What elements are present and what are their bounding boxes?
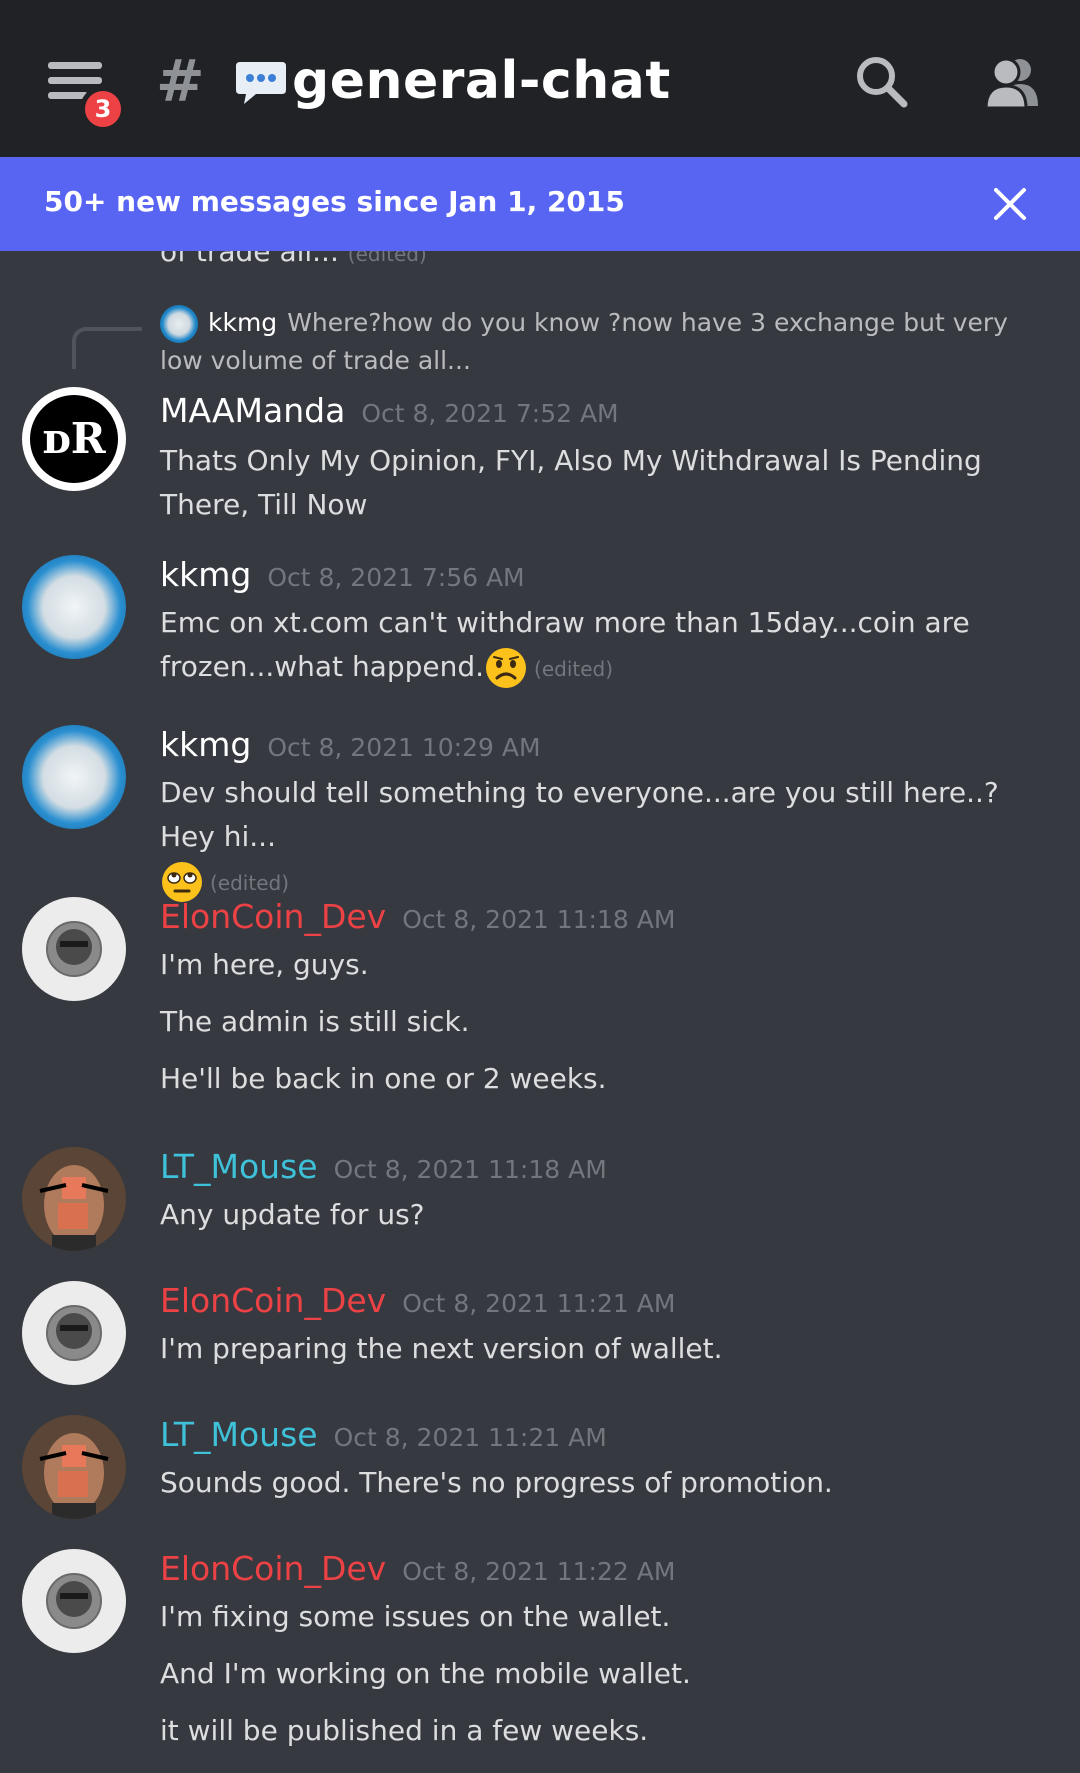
author-name[interactable]: kkmg <box>160 555 251 594</box>
avatar[interactable] <box>22 1147 126 1251</box>
avatar[interactable] <box>22 555 126 659</box>
author-name[interactable]: kkmg <box>160 725 251 764</box>
avatar-image <box>46 921 102 977</box>
worried-face-icon <box>486 648 527 688</box>
message-body: Dev should tell something to everyone...… <box>160 771 1060 905</box>
clipped-message: of trade all... (edited) <box>160 251 427 268</box>
message-text: Dev should tell something to everyone...… <box>160 776 999 853</box>
message-text: The admin is still sick. <box>160 1005 470 1038</box>
message-header: ElonCoin_Dev Oct 8, 2021 11:21 AM <box>160 1281 675 1324</box>
reply-avatar <box>160 305 198 343</box>
hash-icon: # <box>156 47 205 115</box>
avatar[interactable] <box>22 725 126 829</box>
menu-bar <box>48 62 102 69</box>
avatar[interactable] <box>22 1415 126 1519</box>
message-list[interactable]: of trade all... (edited) kkmg Where?how d… <box>0 251 1080 1773</box>
speech-balloon-icon <box>236 62 286 104</box>
timestamp: Oct 8, 2021 10:29 AM <box>267 733 541 762</box>
reply-connector <box>72 327 142 369</box>
unread-badge: 3 <box>80 86 126 132</box>
avatar[interactable] <box>22 1281 126 1385</box>
timestamp: Oct 8, 2021 11:22 AM <box>402 1557 676 1586</box>
reply-preview[interactable]: kkmg Where?how do you know ?now have 3 ex… <box>160 305 1040 379</box>
search-icon[interactable] <box>852 52 912 112</box>
message-header: kkmg Oct 8, 2021 7:56 AM <box>160 555 525 598</box>
avatar[interactable]: ᴅR <box>22 387 126 491</box>
author-name[interactable]: LT_Mouse <box>160 1147 318 1186</box>
message-text: And I'm working on the mobile wallet. <box>160 1657 691 1690</box>
message-text: I'm preparing the next version of wallet… <box>160 1332 723 1365</box>
avatar-text: ᴅR <box>42 414 106 463</box>
timestamp: Oct 8, 2021 11:21 AM <box>402 1289 676 1318</box>
author-name[interactable]: MAAManda <box>160 391 345 430</box>
author-name[interactable]: LT_Mouse <box>160 1415 318 1454</box>
timestamp: Oct 8, 2021 7:52 AM <box>361 399 619 428</box>
message-text: Sounds good. There's no progress of prom… <box>160 1466 833 1499</box>
timestamp: Oct 8, 2021 11:18 AM <box>333 1155 607 1184</box>
reply-author: kkmg <box>208 308 278 337</box>
timestamp: Oct 8, 2021 11:21 AM <box>333 1423 607 1452</box>
edited-label: (edited) <box>210 871 290 895</box>
avatar-image <box>22 1147 126 1251</box>
message-text: I'm here, guys. <box>160 948 369 981</box>
channel-name: general-chat <box>292 51 671 111</box>
author-name[interactable]: ElonCoin_Dev <box>160 1549 386 1588</box>
avatar-image <box>46 1305 102 1361</box>
author-name[interactable]: ElonCoin_Dev <box>160 897 386 936</box>
message-text: it will be published in a few weeks. <box>160 1714 649 1747</box>
reply-text: Where?how do you know ?now have 3 exchan… <box>160 308 1008 375</box>
message-header: MAAManda Oct 8, 2021 7:52 AM <box>160 391 619 434</box>
edited-label: (edited) <box>534 657 614 681</box>
channel-header: 3 # general-chat <box>0 0 1080 157</box>
new-messages-banner[interactable]: 50+ new messages since Jan 1, 2015 <box>0 157 1080 251</box>
avatar-logo: ᴅR <box>24 389 124 489</box>
edited-label: (edited) <box>347 251 427 266</box>
avatar[interactable] <box>22 897 126 1001</box>
message-text: I'm fixing some issues on the wallet. <box>160 1600 671 1633</box>
message-text: Any update for us? <box>160 1198 425 1231</box>
timestamp: Oct 8, 2021 11:18 AM <box>402 905 676 934</box>
avatar-image <box>22 1415 126 1519</box>
close-icon[interactable] <box>990 184 1030 224</box>
menu-bar <box>48 77 102 84</box>
message-text: He'll be back in one or 2 weeks. <box>160 1062 607 1095</box>
message-header: LT_Mouse Oct 8, 2021 11:18 AM <box>160 1147 607 1190</box>
message-text: Thats Only My Opinion, FYI, Also My With… <box>160 444 982 521</box>
members-icon[interactable] <box>982 52 1042 112</box>
avatar-image <box>46 1573 102 1629</box>
message-header: kkmg Oct 8, 2021 10:29 AM <box>160 725 541 768</box>
message-header: LT_Mouse Oct 8, 2021 11:21 AM <box>160 1415 607 1458</box>
message-header: ElonCoin_Dev Oct 8, 2021 11:22 AM <box>160 1549 675 1592</box>
message-body: Emc on xt.com can't withdraw more than 1… <box>160 601 1060 691</box>
new-messages-text: 50+ new messages since Jan 1, 2015 <box>44 185 625 218</box>
author-name[interactable]: ElonCoin_Dev <box>160 1281 386 1320</box>
avatar[interactable] <box>22 1549 126 1653</box>
message-header: ElonCoin_Dev Oct 8, 2021 11:18 AM <box>160 897 675 940</box>
message-text: of trade all... <box>160 251 339 268</box>
timestamp: Oct 8, 2021 7:56 AM <box>267 563 525 592</box>
